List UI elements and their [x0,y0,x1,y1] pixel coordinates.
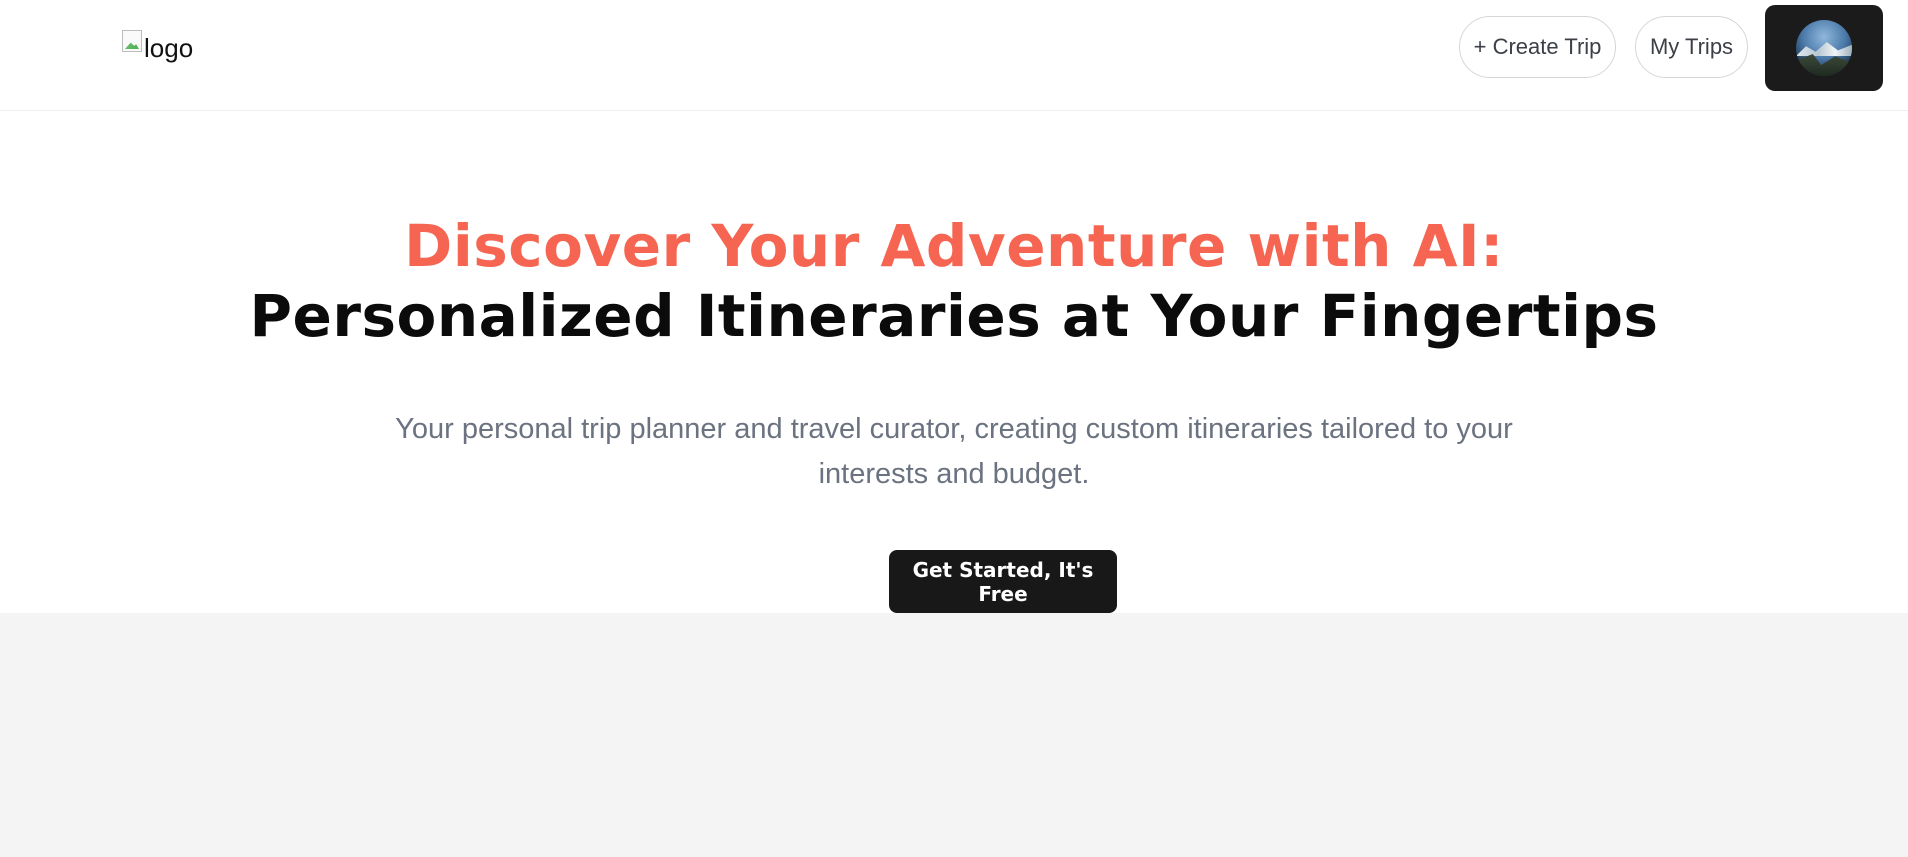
get-started-button[interactable]: Get Started, It's Free [889,550,1117,613]
hero-headline: Discover Your Adventure with AI: Persona… [0,211,1908,351]
headline-main: Personalized Itineraries at Your Fingert… [249,282,1659,350]
my-trips-label: My Trips [1649,34,1734,59]
logo[interactable]: logo [122,28,193,68]
my-trips-button[interactable]: My Trips [1635,16,1748,78]
logo-alt-text: logo [144,32,194,63]
create-trip-label: + Create Trip [1473,34,1602,59]
get-started-label: Get Started, It's Free [912,557,1094,606]
headline-accent: Discover Your Adventure with AI: [404,212,1504,280]
top-navbar: logo + Create Trip My Trips [0,0,1908,111]
create-trip-button[interactable]: + Create Trip [1459,16,1616,78]
broken-image-icon [122,30,142,52]
content-section-background [0,613,1908,857]
hero-subtitle: Your personal trip planner and travel cu… [395,413,1513,490]
hero-section: Discover Your Adventure with AI: Persona… [0,111,1908,613]
user-avatar-icon [1796,20,1852,76]
profile-menu-button[interactable] [1765,5,1883,91]
